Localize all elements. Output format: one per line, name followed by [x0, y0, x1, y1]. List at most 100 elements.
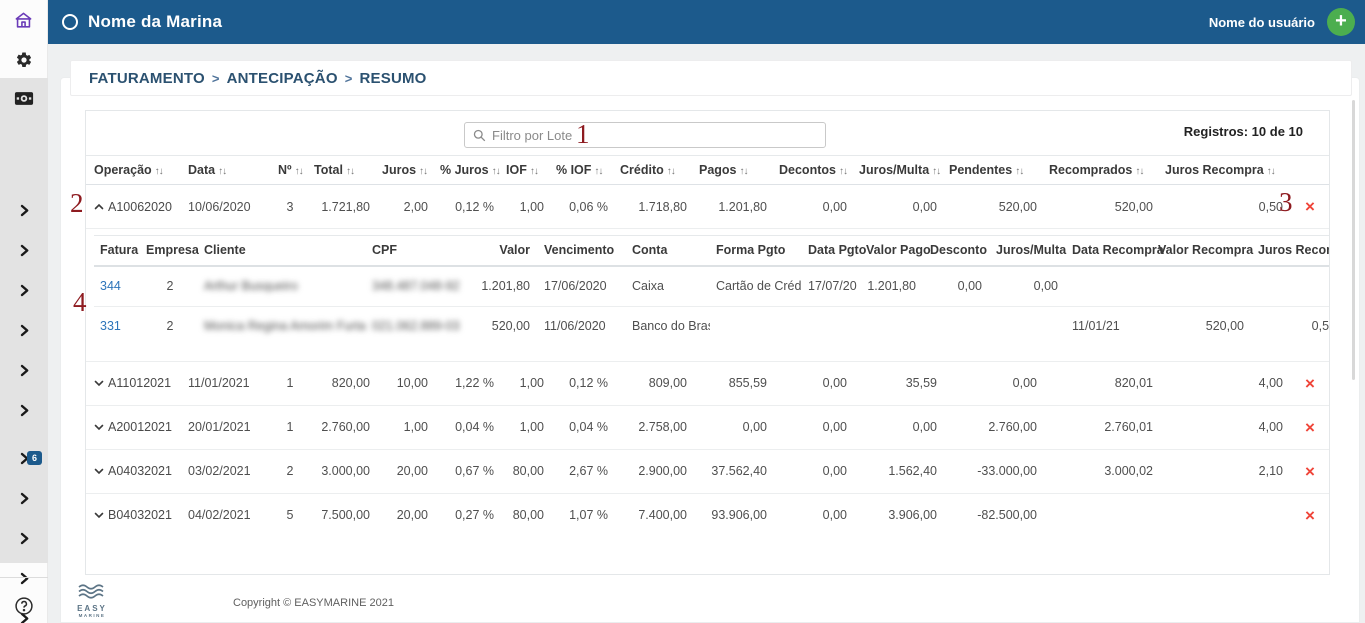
sort-arrows-icon[interactable]: ↑↓ — [932, 166, 941, 177]
expand-toggle[interactable]: A11012021 — [94, 376, 176, 390]
column-header-decontos[interactable]: Decontos ↑↓ — [771, 155, 851, 185]
cell-iof: 1,00 — [519, 199, 544, 214]
column-header-n[interactable]: Nº ↑↓ — [270, 155, 306, 185]
cell-op: A20012021 — [86, 404, 180, 450]
column-header-valor_pago: Valor Pago — [860, 234, 931, 267]
marina-logo-circle-icon — [62, 14, 78, 30]
column-header-total[interactable]: Total ↑↓ — [306, 155, 374, 185]
sort-arrows-icon[interactable]: ↑↓ — [419, 166, 428, 177]
sidebar-chevron-item[interactable] — [0, 190, 48, 230]
sidebar-item-settings[interactable] — [0, 40, 47, 80]
sort-arrows-icon[interactable]: ↑↓ — [1267, 166, 1276, 177]
cell-action: × — [1287, 360, 1329, 406]
delete-button[interactable]: × — [1305, 197, 1315, 216]
cell-juros_recompra — [1252, 266, 1329, 307]
chevron-right-icon — [20, 244, 28, 256]
sidebar-item-billing-active[interactable] — [0, 78, 48, 118]
cell-n: 3 — [286, 199, 294, 214]
chevron-down-icon — [94, 469, 104, 475]
delete-button[interactable]: × — [1305, 418, 1315, 437]
sort-arrows-icon[interactable]: ↑↓ — [492, 166, 501, 177]
column-header-cliente: Cliente — [198, 234, 366, 267]
chevron-down-icon — [94, 513, 104, 519]
sort-arrows-icon[interactable]: ↑↓ — [1015, 166, 1024, 177]
column-header-pagos[interactable]: Pagos ↑↓ — [691, 155, 771, 185]
delete-button[interactable]: × — [1305, 374, 1315, 393]
breadcrumb-separator: > — [211, 70, 220, 86]
delete-button[interactable]: × — [1305, 506, 1315, 525]
sort-arrows-icon[interactable]: ↑↓ — [839, 166, 848, 177]
breadcrumb-antecipacao[interactable]: ANTECIPAÇÃO — [227, 70, 338, 87]
sidebar-divider — [0, 577, 48, 578]
sidebar-item-home[interactable] — [0, 0, 47, 40]
annotation-marker-1: 1 — [576, 119, 590, 149]
table-card: Registros: 10 de 10 Operação↑↓Data↑↓Nº↑↓… — [85, 110, 1330, 575]
cell-juros: 20,00 — [374, 492, 432, 537]
delete-button[interactable]: × — [1305, 462, 1315, 481]
chevron-down-icon — [94, 425, 104, 431]
operation-row: A20012021 20/01/2021 1 2.760,00 1,00 0,04 % 1,… — [86, 404, 1329, 450]
cell-action: × — [1287, 492, 1329, 537]
breadcrumb-faturamento[interactable]: FATURAMENTO — [89, 70, 205, 87]
sort-arrows-icon[interactable]: ↑↓ — [155, 166, 164, 177]
cell-juros_multa: 0,00 — [912, 199, 937, 214]
breadcrumb-resumo: RESUMO — [359, 69, 427, 87]
sort-arrows-icon[interactable]: ↑↓ — [218, 166, 227, 177]
sidebar-chevron-item[interactable] — [0, 518, 48, 558]
sort-arrows-icon[interactable]: ↑↓ — [740, 166, 749, 177]
add-button[interactable]: + — [1327, 8, 1355, 36]
cell-data: 20/01/2021 — [180, 404, 270, 450]
sidebar-chevron-item[interactable] — [0, 350, 48, 390]
expand-toggle[interactable]: A10062020 — [94, 200, 176, 214]
sidebar-chevron-item[interactable] — [0, 310, 48, 350]
expand-toggle[interactable]: A04032021 — [94, 464, 176, 478]
column-header-data[interactable]: Data ↑↓ — [180, 155, 270, 185]
sort-arrows-icon[interactable]: ↑↓ — [667, 166, 676, 177]
column-header-desconto: Desconto — [924, 234, 990, 267]
money-icon — [14, 91, 34, 105]
sidebar-chevron-item[interactable] — [0, 478, 48, 518]
invoices-table: Fatura Empresa Cliente CPF Valor Vencimento Co… — [94, 234, 1329, 347]
sidebar-item-help[interactable] — [0, 586, 48, 623]
column-header-juros_multa[interactable]: Juros/Multa ↑↓ — [851, 155, 941, 185]
cell-action: × — [1287, 448, 1329, 494]
column-header-juros[interactable]: Juros ↑↓ — [374, 155, 432, 185]
expand-toggle[interactable]: B04032021 — [94, 508, 176, 522]
cell-decontos: 0,00 — [822, 199, 847, 214]
vertical-scrollbar-thumb[interactable] — [1352, 100, 1355, 380]
filter-box — [464, 122, 826, 148]
sort-arrows-icon[interactable]: ↑↓ — [594, 166, 603, 177]
column-header-recomprados[interactable]: Recomprados ↑↓ — [1041, 155, 1157, 185]
breadcrumb-separator: > — [344, 70, 353, 86]
operation-row: A11012021 11/01/2021 1 820,00 10,00 1,22 % 1,0… — [86, 360, 1329, 406]
sort-arrows-icon[interactable]: ↑↓ — [346, 166, 355, 177]
column-header-pjuros[interactable]: % Juros ↑↓ — [432, 155, 501, 185]
column-header-forma_pgto: Forma Pgto — [710, 234, 802, 267]
sort-arrows-icon[interactable]: ↑↓ — [530, 166, 539, 177]
chevron-right-icon — [20, 492, 28, 504]
expand-toggle[interactable]: A20012021 — [94, 420, 176, 434]
column-header-piof[interactable]: % IOF ↑↓ — [548, 155, 612, 185]
cell-decontos: 0,00 — [771, 404, 851, 450]
user-name[interactable]: Nome do usuário — [1209, 15, 1315, 30]
column-header-conta: Conta — [626, 234, 710, 267]
column-header-pendentes[interactable]: Pendentes ↑↓ — [941, 155, 1041, 185]
column-header-credito[interactable]: Crédito ↑↓ — [612, 155, 691, 185]
sidebar-chevron-item[interactable] — [0, 270, 48, 310]
invoice-link[interactable]: 331 — [100, 319, 121, 333]
filter-input[interactable] — [492, 127, 825, 143]
logo-text-easy: EASY — [77, 604, 107, 613]
invoice-link[interactable]: 344 — [100, 279, 121, 293]
column-header-juros_recompra[interactable]: Juros Recompra ↑↓ — [1157, 155, 1287, 185]
sort-arrows-icon[interactable]: ↑↓ — [295, 166, 304, 177]
sidebar-chevron-item[interactable] — [0, 390, 48, 430]
operation-row: A10062020 10/06/2020 3 1.721,80 2,00 0,12 % 1,… — [86, 185, 1329, 229]
column-header-op[interactable]: Operação ↑↓ — [86, 155, 180, 185]
sidebar-chevron-item[interactable] — [0, 230, 48, 270]
sort-arrows-icon[interactable]: ↑↓ — [1135, 166, 1144, 177]
cell-juros_multa: 0,00 — [851, 404, 941, 450]
operation-row: B04032021 04/02/2021 5 7.500,00 20,00 0,27 % 8… — [86, 492, 1329, 537]
column-header-iof[interactable]: IOF ↑↓ — [498, 155, 548, 185]
cell-juros: 1,00 — [374, 404, 432, 450]
sidebar-chevron-item[interactable]: 6 — [0, 438, 48, 478]
